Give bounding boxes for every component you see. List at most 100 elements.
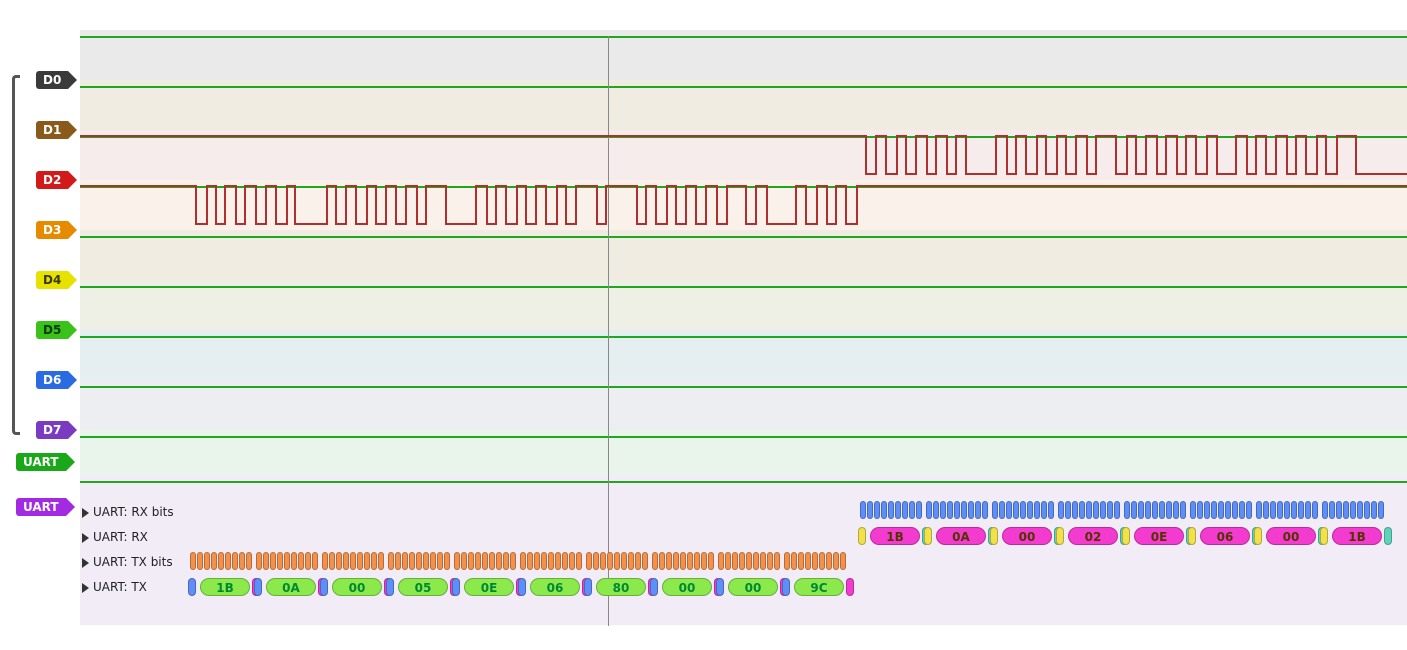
bit-blob xyxy=(527,552,533,570)
bit-blob xyxy=(437,552,443,570)
bit-blob xyxy=(833,552,839,570)
bit-blob xyxy=(1263,501,1269,519)
bit-blob xyxy=(503,552,509,570)
bit-blob xyxy=(947,501,953,519)
decoded-byte[interactable]: 80 xyxy=(596,578,646,596)
decoder-label-uart2[interactable]: UART xyxy=(16,498,75,516)
byte-start-marker xyxy=(716,578,724,596)
bit-blob xyxy=(680,552,686,570)
bit-blob xyxy=(1173,501,1179,519)
decoded-byte[interactable]: 0A xyxy=(266,578,316,596)
bit-blob xyxy=(673,552,679,570)
bit-blob xyxy=(1291,501,1297,519)
bit-blob xyxy=(1211,501,1217,519)
byte-start-marker xyxy=(320,578,328,596)
channel-label-d3[interactable]: D3 xyxy=(36,221,77,239)
bit-blob xyxy=(1041,501,1047,519)
bit-blob xyxy=(982,501,988,519)
byte-stop-marker xyxy=(1384,527,1392,545)
channel-label-d2[interactable]: D2 xyxy=(36,171,77,189)
decoded-byte[interactable]: 00 xyxy=(332,578,382,596)
decoded-byte[interactable]: 0A xyxy=(936,527,986,545)
byte-start-marker xyxy=(584,578,592,596)
bit-blob xyxy=(1298,501,1304,519)
bit-blob xyxy=(1180,501,1186,519)
bit-blob xyxy=(1131,501,1137,519)
bit-blob xyxy=(541,552,547,570)
bit-blob xyxy=(461,552,467,570)
channel-label-d1[interactable]: D1 xyxy=(36,121,77,139)
flatline xyxy=(80,136,1407,138)
bit-blob xyxy=(961,501,967,519)
channel-label-d0[interactable]: D0 xyxy=(36,71,77,89)
channel-label-d6[interactable]: D6 xyxy=(36,371,77,389)
bit-blob xyxy=(277,552,283,570)
decoded-byte[interactable]: 1B xyxy=(870,527,920,545)
bit-blob xyxy=(732,552,738,570)
channel-label-d5[interactable]: D5 xyxy=(36,321,77,339)
bit-blob xyxy=(343,552,349,570)
decoded-byte[interactable]: 05 xyxy=(398,578,448,596)
decoder-lane-uart2[interactable] xyxy=(80,475,1407,625)
bit-blob xyxy=(725,552,731,570)
bit-blob xyxy=(1100,501,1106,519)
decoded-byte[interactable]: 00 xyxy=(662,578,712,596)
decoder-label-uart1[interactable]: UART xyxy=(16,453,75,471)
bit-blob xyxy=(1225,501,1231,519)
bit-blob xyxy=(444,552,450,570)
bit-blob xyxy=(1284,501,1290,519)
flatline xyxy=(80,286,1407,288)
bit-blob xyxy=(746,552,752,570)
decoded-byte[interactable]: 00 xyxy=(1266,527,1316,545)
bit-blob xyxy=(409,552,415,570)
bit-blob xyxy=(357,552,363,570)
byte-start-marker xyxy=(1254,527,1262,545)
decoded-byte[interactable]: 1B xyxy=(1332,527,1382,545)
decoded-byte[interactable]: 06 xyxy=(1200,527,1250,545)
bit-blob xyxy=(916,501,922,519)
bit-blob xyxy=(263,552,269,570)
byte-start-marker xyxy=(1320,527,1328,545)
bit-blob xyxy=(819,552,825,570)
decoded-byte[interactable]: 0E xyxy=(1134,527,1184,545)
bit-blob xyxy=(482,552,488,570)
decoder-label-text: UART xyxy=(16,453,66,471)
bit-blob xyxy=(1364,501,1370,519)
byte-start-marker xyxy=(1122,527,1130,545)
channel-label-d4[interactable]: D4 xyxy=(36,271,77,289)
bit-blob xyxy=(1086,501,1092,519)
bit-blob xyxy=(520,552,526,570)
bit-blob xyxy=(225,552,231,570)
bit-blob xyxy=(1079,501,1085,519)
bit-blob xyxy=(246,552,252,570)
decoded-byte[interactable]: 0E xyxy=(464,578,514,596)
bit-blob xyxy=(239,552,245,570)
byte-start-marker xyxy=(254,578,262,596)
bit-blob xyxy=(569,552,575,570)
bit-blob xyxy=(1322,501,1328,519)
bit-blob xyxy=(1190,501,1196,519)
bit-blob xyxy=(940,501,946,519)
bit-blob xyxy=(1006,501,1012,519)
bit-blob xyxy=(760,552,766,570)
bit-blob xyxy=(1107,501,1113,519)
decoded-byte[interactable]: 00 xyxy=(728,578,778,596)
bit-blob xyxy=(888,501,894,519)
bit-blob xyxy=(1145,501,1151,519)
flatline xyxy=(80,186,1407,188)
channel-label-text: D3 xyxy=(36,221,68,239)
bit-blob xyxy=(1013,501,1019,519)
bit-blob xyxy=(968,501,974,519)
channel-label-d7[interactable]: D7 xyxy=(36,421,77,439)
decoded-byte[interactable]: 02 xyxy=(1068,527,1118,545)
byte-start-marker xyxy=(782,578,790,596)
decoder-label-text: UART xyxy=(16,498,66,516)
decoded-byte[interactable]: 00 xyxy=(1002,527,1052,545)
byte-start-marker xyxy=(1056,527,1064,545)
waveform-area[interactable]: UART: RX bitsUART: RXUART: TX bitsUART: … xyxy=(80,0,1407,650)
decoded-byte[interactable]: 1B xyxy=(200,578,250,596)
bit-blob xyxy=(312,552,318,570)
decoded-byte[interactable]: 06 xyxy=(530,578,580,596)
decoded-byte[interactable]: 9C xyxy=(794,578,844,596)
byte-start-marker xyxy=(188,578,196,596)
